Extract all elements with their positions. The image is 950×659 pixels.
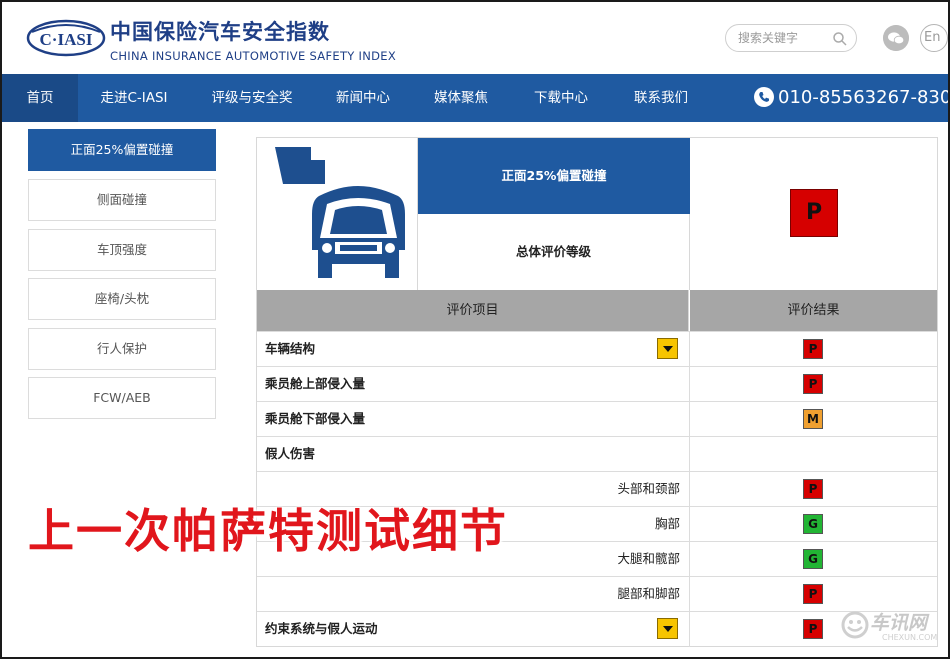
watermark-subtext: CHEXUN.COM	[882, 633, 938, 642]
search-input[interactable]	[738, 29, 832, 47]
column-header-result: 评价结果	[690, 290, 937, 331]
overlay-caption: 上一次帕萨特测试细节	[28, 504, 508, 558]
dropdown-toggle-icon[interactable]	[657, 338, 678, 359]
row-label: 头部和颈部	[617, 481, 680, 496]
nav-item-contact[interactable]: 联系我们	[624, 74, 698, 122]
column-divider	[689, 612, 690, 647]
sidebar-item-fcw-aeb[interactable]: FCW/AEB	[28, 377, 216, 419]
table-row: 乘员舱上部侵入量 P	[257, 366, 937, 402]
nav-item-about[interactable]: 走进C-IASI	[92, 74, 176, 122]
row-label: 乘员舱下部侵入量	[265, 411, 366, 426]
rating-badge: M	[803, 409, 823, 429]
rating-badge: P	[803, 584, 823, 604]
column-divider	[689, 332, 690, 367]
site-title-cn: 中国保险汽车安全指数	[110, 20, 330, 44]
table-row: 假人伤害	[257, 436, 937, 472]
table-row: 车辆结构 P	[257, 331, 937, 367]
rating-table: 正面25%偏置碰撞 总体评价等级 P 评价项目 评价结果 车辆结构 P 乘员舱上部侵…	[256, 137, 938, 647]
column-divider	[689, 472, 690, 507]
test-title: 正面25%偏置碰撞	[418, 138, 690, 214]
column-divider	[689, 542, 690, 577]
table-row: 乘员舱下部侵入量 M	[257, 401, 937, 437]
main-nav: 首页 走进C-IASI 评级与安全奖 新闻中心 媒体聚焦 下载中心 联系我们 0…	[2, 74, 948, 122]
sidebar-item-frontal-25-offset[interactable]: 正面25%偏置碰撞	[28, 129, 216, 171]
nav-item-downloads[interactable]: 下载中心	[526, 74, 596, 122]
test-illustration	[257, 138, 418, 290]
rating-badge: P	[803, 339, 823, 359]
car-crash-icon	[275, 147, 405, 278]
sidebar-item-side-impact[interactable]: 侧面碰撞	[28, 179, 216, 221]
logo-lettering: C·IASI	[40, 30, 93, 49]
row-label: 约束系统与假人运动	[265, 621, 378, 636]
watermark-text: 车讯网	[870, 612, 928, 634]
column-divider	[689, 367, 690, 402]
wechat-icon[interactable]	[883, 25, 909, 51]
chexun-watermark: 车讯网 CHEXUN.COM	[838, 604, 942, 652]
row-label: 车辆结构	[265, 341, 316, 356]
row-label: 腿部和脚部	[617, 586, 680, 601]
overall-rating-cell: P	[690, 138, 937, 290]
sidebar-item-seat-headrest[interactable]: 座椅/头枕	[28, 278, 216, 320]
nav-item-news[interactable]: 新闻中心	[328, 74, 398, 122]
site-header: C·IASI 中国保险汽车安全指数 CHINA INSURANCE AUTOMO…	[2, 2, 948, 74]
search-icon[interactable]	[832, 31, 848, 47]
rating-badge: P	[803, 374, 823, 394]
phone-number: 010-85563267-830	[754, 74, 948, 122]
overall-rating-label: 总体评价等级	[418, 214, 690, 290]
column-divider	[689, 507, 690, 542]
row-label: 乘员舱上部侵入量	[265, 376, 366, 391]
row-label: 大腿和髋部	[617, 551, 680, 566]
nav-item-home[interactable]: 首页	[2, 74, 78, 122]
nav-item-media[interactable]: 媒体聚焦	[426, 74, 496, 122]
site-title: 中国保险汽车安全指数 CHINA INSURANCE AUTOMOTIVE SA…	[110, 16, 396, 63]
column-divider	[689, 402, 690, 437]
site-title-en: CHINA INSURANCE AUTOMOTIVE SAFETY INDEX	[110, 49, 397, 63]
search-box[interactable]	[725, 24, 857, 52]
rating-badge: P	[803, 619, 823, 639]
sidebar-item-pedestrian[interactable]: 行人保护	[28, 328, 216, 370]
overall-rating-badge: P	[790, 189, 838, 237]
dropdown-toggle-icon[interactable]	[657, 618, 678, 639]
language-en-button[interactable]: En	[920, 24, 948, 52]
rating-badge: G	[803, 514, 823, 534]
phone-icon	[754, 86, 774, 107]
rating-badge: P	[803, 479, 823, 499]
watermark-logo-icon	[841, 611, 869, 639]
column-divider	[689, 577, 690, 612]
ciasi-logo[interactable]: C·IASI	[26, 16, 106, 60]
table-row: 约束系统与假人运动 P	[257, 611, 937, 647]
column-header-item: 评价项目	[257, 290, 689, 331]
sidebar-item-roof-strength[interactable]: 车顶强度	[28, 229, 216, 271]
table-row: 腿部和脚部 P	[257, 576, 937, 612]
rating-badge: G	[803, 549, 823, 569]
row-label: 假人伤害	[265, 446, 316, 461]
row-label: 胸部	[654, 516, 680, 531]
column-divider	[689, 437, 690, 472]
phone-number-text: 010-85563267-830	[778, 87, 948, 108]
nav-item-ratings[interactable]: 评级与安全奖	[202, 74, 302, 122]
